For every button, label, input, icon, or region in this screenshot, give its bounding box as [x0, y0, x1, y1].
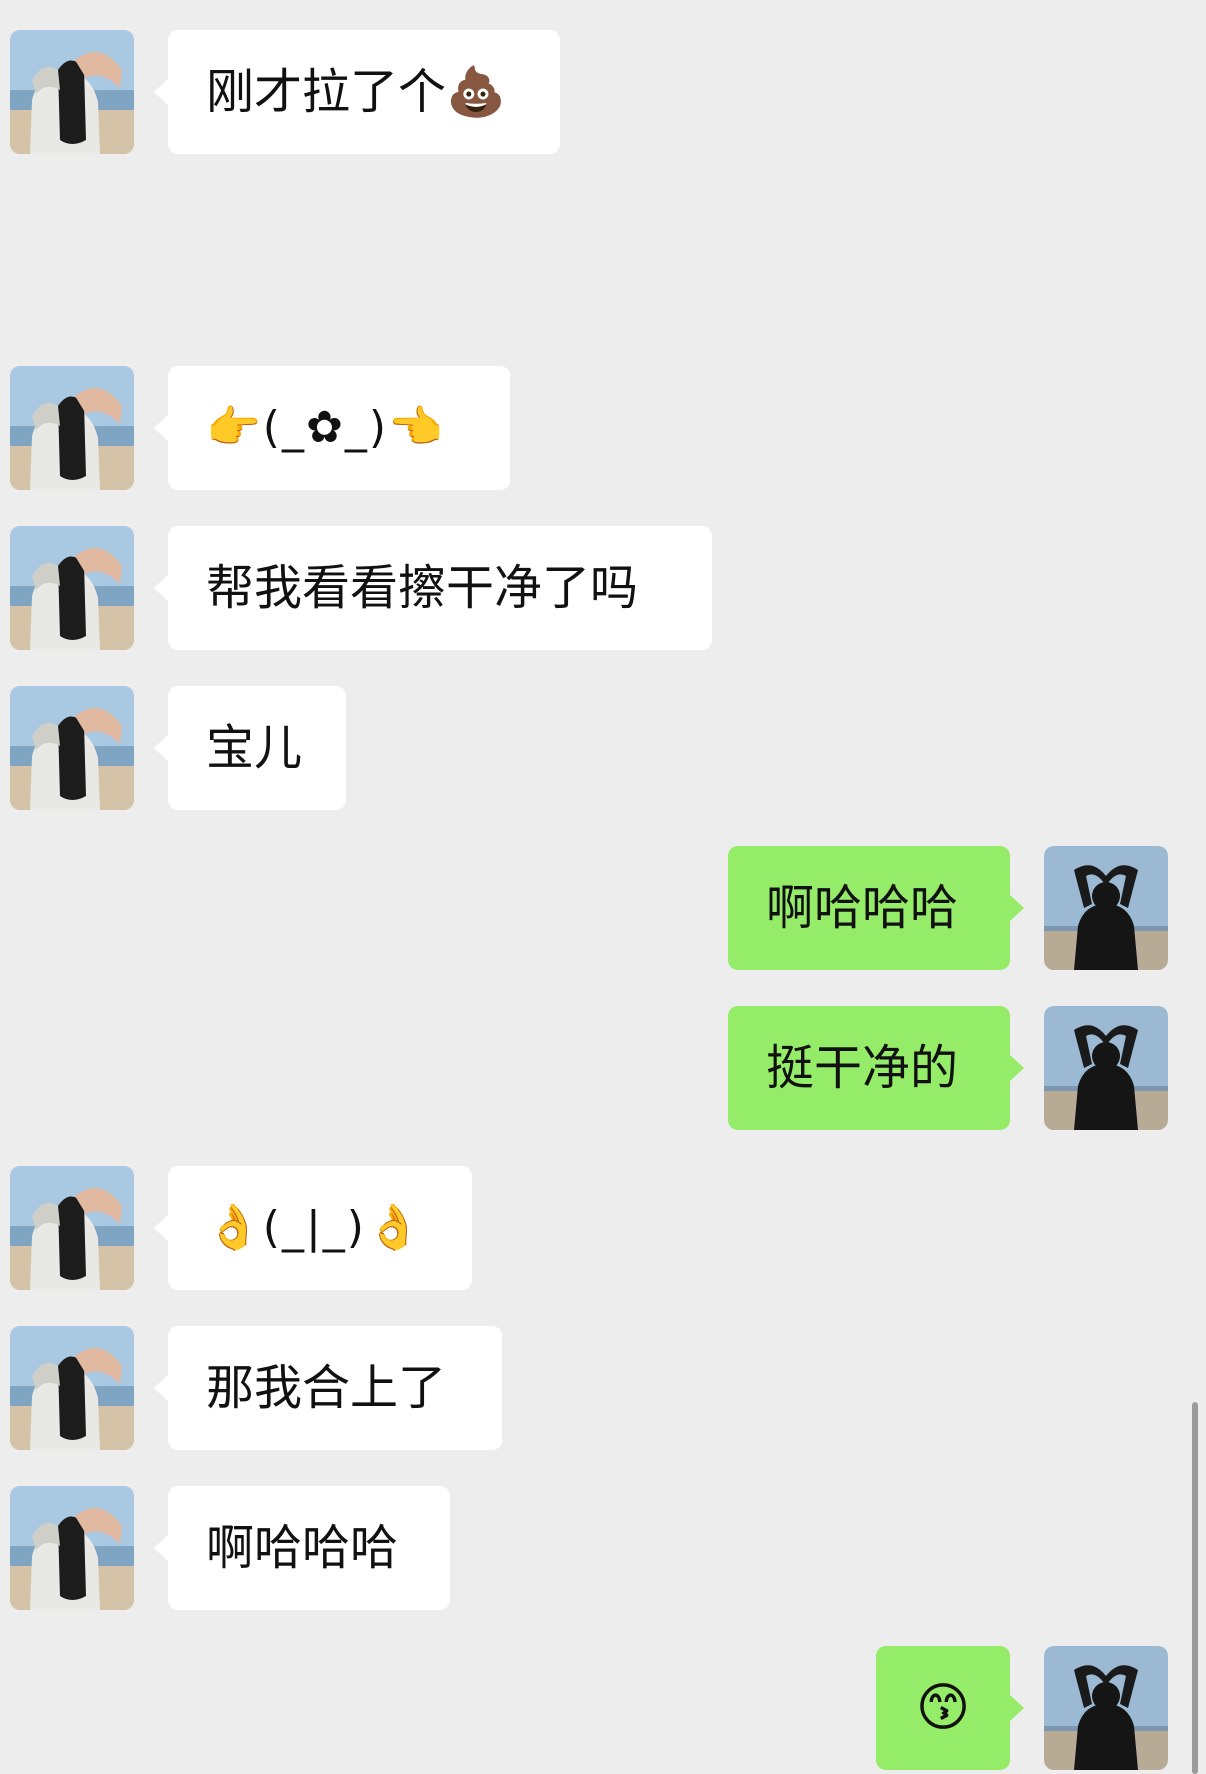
- incoming-message-row: 刚才拉了个💩: [0, 30, 1206, 154]
- message-text: 啊哈哈哈: [206, 1520, 399, 1576]
- incoming-message-row: 帮我看看擦干净了吗: [0, 526, 1206, 650]
- outgoing-message-row: 挺干净的: [0, 1006, 1206, 1130]
- message-text: 挺干净的: [766, 1040, 959, 1096]
- message-bubble[interactable]: 👌(_|_)👌: [154, 1166, 472, 1290]
- my-avatar[interactable]: [1044, 1646, 1168, 1770]
- message-text: 帮我看看擦干净了吗: [206, 560, 639, 616]
- message-text: 宝儿: [206, 720, 303, 776]
- outgoing-message-row: 😙: [0, 1646, 1206, 1770]
- my-avatar[interactable]: [1044, 1006, 1168, 1130]
- incoming-message-row: 宝儿: [0, 686, 1206, 810]
- message-text: 👉(_✿_)👈: [206, 402, 445, 453]
- contact-avatar[interactable]: [10, 1486, 134, 1610]
- contact-avatar[interactable]: [10, 1166, 134, 1290]
- message-bubble[interactable]: 啊哈哈哈: [154, 1486, 450, 1610]
- message-text: 啊哈哈哈: [766, 880, 959, 936]
- contact-avatar[interactable]: [10, 686, 134, 810]
- message-bubble[interactable]: 啊哈哈哈: [728, 846, 1024, 970]
- contact-avatar[interactable]: [10, 526, 134, 650]
- message-text: 刚才拉了个💩: [206, 64, 506, 120]
- my-avatar[interactable]: [1044, 846, 1168, 970]
- contact-avatar[interactable]: [10, 1326, 134, 1450]
- incoming-message-row: 👉(_✿_)👈: [0, 366, 1206, 490]
- incoming-message-row: 啊哈哈哈: [0, 1486, 1206, 1610]
- message-text: 😙: [915, 1678, 971, 1738]
- message-text: 👌(_|_)👌: [206, 1202, 423, 1253]
- incoming-message-row: 👌(_|_)👌: [0, 1166, 1206, 1290]
- message-bubble[interactable]: 那我合上了: [154, 1326, 502, 1450]
- contact-avatar[interactable]: [10, 30, 134, 154]
- contact-avatar[interactable]: [10, 366, 134, 490]
- scrollbar[interactable]: [1192, 1402, 1198, 1774]
- message-bubble[interactable]: 刚才拉了个💩: [154, 30, 560, 154]
- message-bubble[interactable]: 挺干净的: [728, 1006, 1024, 1130]
- message-bubble[interactable]: 😙: [876, 1646, 1024, 1770]
- incoming-message-row: 那我合上了: [0, 1326, 1206, 1450]
- message-bubble[interactable]: 宝儿: [154, 686, 346, 810]
- message-bubble[interactable]: 👉(_✿_)👈: [154, 366, 510, 490]
- message-bubble[interactable]: 帮我看看擦干净了吗: [154, 526, 712, 650]
- outgoing-message-row: 啊哈哈哈: [0, 846, 1206, 970]
- message-text: 那我合上了: [206, 1360, 447, 1416]
- chat-message-list: 刚才拉了个💩 👉(_✿_)👈 帮我看看擦干净了吗 宝儿 啊哈哈哈 挺干净的 👌(…: [0, 0, 1206, 1774]
